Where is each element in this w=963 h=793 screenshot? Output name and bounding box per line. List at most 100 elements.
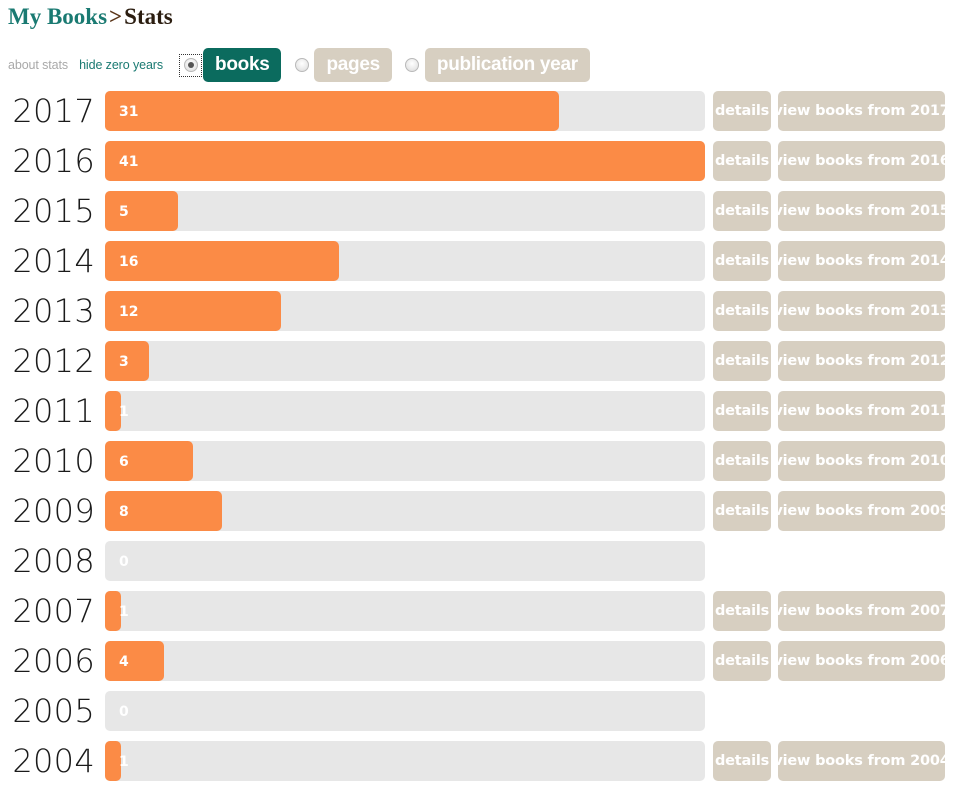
details-button[interactable]: details	[713, 341, 771, 381]
stats-year-row: 2016 41 details view books from 2016	[0, 136, 963, 186]
view-books-button[interactable]: view books from 2006	[773, 641, 950, 681]
stats-year-row: 2010 6 details view books from 2010	[0, 436, 963, 486]
details-button[interactable]: details	[713, 191, 771, 231]
row-actions: details view books from 2016	[713, 141, 950, 181]
bar-fill[interactable]	[105, 291, 281, 331]
year-label: 2014	[12, 242, 95, 280]
details-button[interactable]: details	[713, 491, 771, 531]
bar-fill[interactable]	[105, 191, 178, 231]
stats-mode-button-books[interactable]: books	[203, 48, 282, 82]
year-label: 2005	[12, 692, 95, 730]
details-button[interactable]: details	[713, 741, 771, 781]
bar-track: 0	[105, 691, 705, 731]
view-books-button[interactable]: view books from 2004	[773, 741, 950, 781]
breadcrumb-current-stats: Stats	[124, 4, 173, 29]
year-label: 2008	[12, 542, 95, 580]
stats-year-row: 2004 1 details view books from 2004	[0, 736, 963, 786]
year-label: 2015	[12, 192, 95, 230]
bar-track: 6	[105, 441, 705, 481]
bar-track: 8	[105, 491, 705, 531]
view-books-button[interactable]: view books from 2011	[773, 391, 950, 431]
details-button[interactable]: details	[713, 141, 771, 181]
year-label: 2006	[12, 642, 95, 680]
stats-year-row: 2012 3 details view books from 2012	[0, 336, 963, 386]
row-actions: details view books from 2017	[713, 91, 950, 131]
bar-track: 41	[105, 141, 705, 181]
details-button[interactable]: details	[713, 441, 771, 481]
hide-zero-years-link[interactable]: hide zero years	[79, 58, 163, 72]
row-actions: details view books from 2006	[713, 641, 950, 681]
bar-track: 1	[105, 741, 705, 781]
row-actions: details view books from 2011	[713, 391, 950, 431]
stats-mode-radio-publication-year[interactable]	[401, 54, 424, 77]
bar-fill[interactable]	[105, 641, 164, 681]
bar-fill[interactable]	[105, 491, 222, 531]
bar-track: 4	[105, 641, 705, 681]
stats-year-row: 2013 12 details view books from 2013	[0, 286, 963, 336]
stats-mode-group: books pages publication year	[174, 48, 594, 82]
about-stats-link[interactable]: about stats	[8, 58, 68, 72]
row-actions: details view books from 2012	[713, 341, 950, 381]
details-button[interactable]: details	[713, 241, 771, 281]
row-actions: details view books from 2013	[713, 291, 950, 331]
details-button[interactable]: details	[713, 591, 771, 631]
row-actions: details view books from 2014	[713, 241, 950, 281]
radio-icon	[183, 58, 198, 72]
year-label: 2011	[12, 392, 95, 430]
stats-year-row: 2008 0	[0, 536, 963, 586]
stats-bar-chart: 2017 31 details view books from 2017 2016 41 d…	[0, 86, 963, 786]
row-actions: details view books from 2007	[713, 591, 950, 631]
year-label: 2010	[12, 442, 95, 480]
bar-fill[interactable]	[105, 141, 705, 181]
view-books-button[interactable]: view books from 2015	[773, 191, 950, 231]
stats-mode-button-pages[interactable]: pages	[314, 48, 392, 82]
bar-fill[interactable]	[105, 241, 339, 281]
view-books-button[interactable]: view books from 2010	[773, 441, 950, 481]
view-books-button[interactable]: view books from 2007	[773, 591, 950, 631]
details-button[interactable]: details	[713, 91, 771, 131]
year-label: 2016	[12, 142, 95, 180]
stats-year-row: 2014 16 details view books from 2014	[0, 236, 963, 286]
bar-track: 31	[105, 91, 705, 131]
bar-fill[interactable]	[105, 391, 121, 431]
bar-fill[interactable]	[105, 591, 121, 631]
bar-fill[interactable]	[105, 441, 193, 481]
breadcrumb: My Books>Stats	[8, 3, 173, 30]
stats-mode-radio-books[interactable]	[179, 53, 203, 77]
view-books-button[interactable]: view books from 2013	[773, 291, 950, 331]
row-actions: details view books from 2004	[713, 741, 950, 781]
stats-toolbar: about stats hide zero years books pages pu…	[8, 47, 594, 83]
bar-track: 1	[105, 591, 705, 631]
breadcrumb-link-my-books[interactable]: My Books	[8, 4, 107, 29]
stats-mode-radio-pages[interactable]	[290, 54, 313, 77]
stats-year-row: 2011 1 details view books from 2011	[0, 386, 963, 436]
view-books-button[interactable]: view books from 2014	[773, 241, 950, 281]
row-actions: details view books from 2010	[713, 441, 950, 481]
view-books-button[interactable]: view books from 2012	[773, 341, 950, 381]
stats-year-row: 2015 5 details view books from 2015	[0, 186, 963, 236]
radio-icon	[405, 58, 420, 72]
bar-fill[interactable]	[105, 341, 149, 381]
bar-fill[interactable]	[105, 91, 559, 131]
view-books-button[interactable]: view books from 2017	[773, 91, 950, 131]
bar-track: 1	[105, 391, 705, 431]
stats-year-row: 2006 4 details view books from 2006	[0, 636, 963, 686]
view-books-button[interactable]: view books from 2009	[773, 491, 950, 531]
stats-mode-button-publication-year[interactable]: publication year	[424, 48, 590, 82]
bar-track: 5	[105, 191, 705, 231]
details-button[interactable]: details	[713, 641, 771, 681]
year-label: 2017	[12, 92, 95, 130]
stats-year-row: 2009 8 details view books from 2009	[0, 486, 963, 536]
year-label: 2009	[12, 492, 95, 530]
bar-value-label: 0	[119, 554, 129, 570]
details-button[interactable]: details	[713, 391, 771, 431]
radio-icon	[294, 58, 309, 72]
year-label: 2013	[12, 292, 95, 330]
bar-track: 16	[105, 241, 705, 281]
bar-track: 12	[105, 291, 705, 331]
stats-year-row: 2017 31 details view books from 2017	[0, 86, 963, 136]
bar-fill[interactable]	[105, 741, 121, 781]
view-books-button[interactable]: view books from 2016	[773, 141, 950, 181]
stats-year-row: 2007 1 details view books from 2007	[0, 586, 963, 636]
details-button[interactable]: details	[713, 291, 771, 331]
